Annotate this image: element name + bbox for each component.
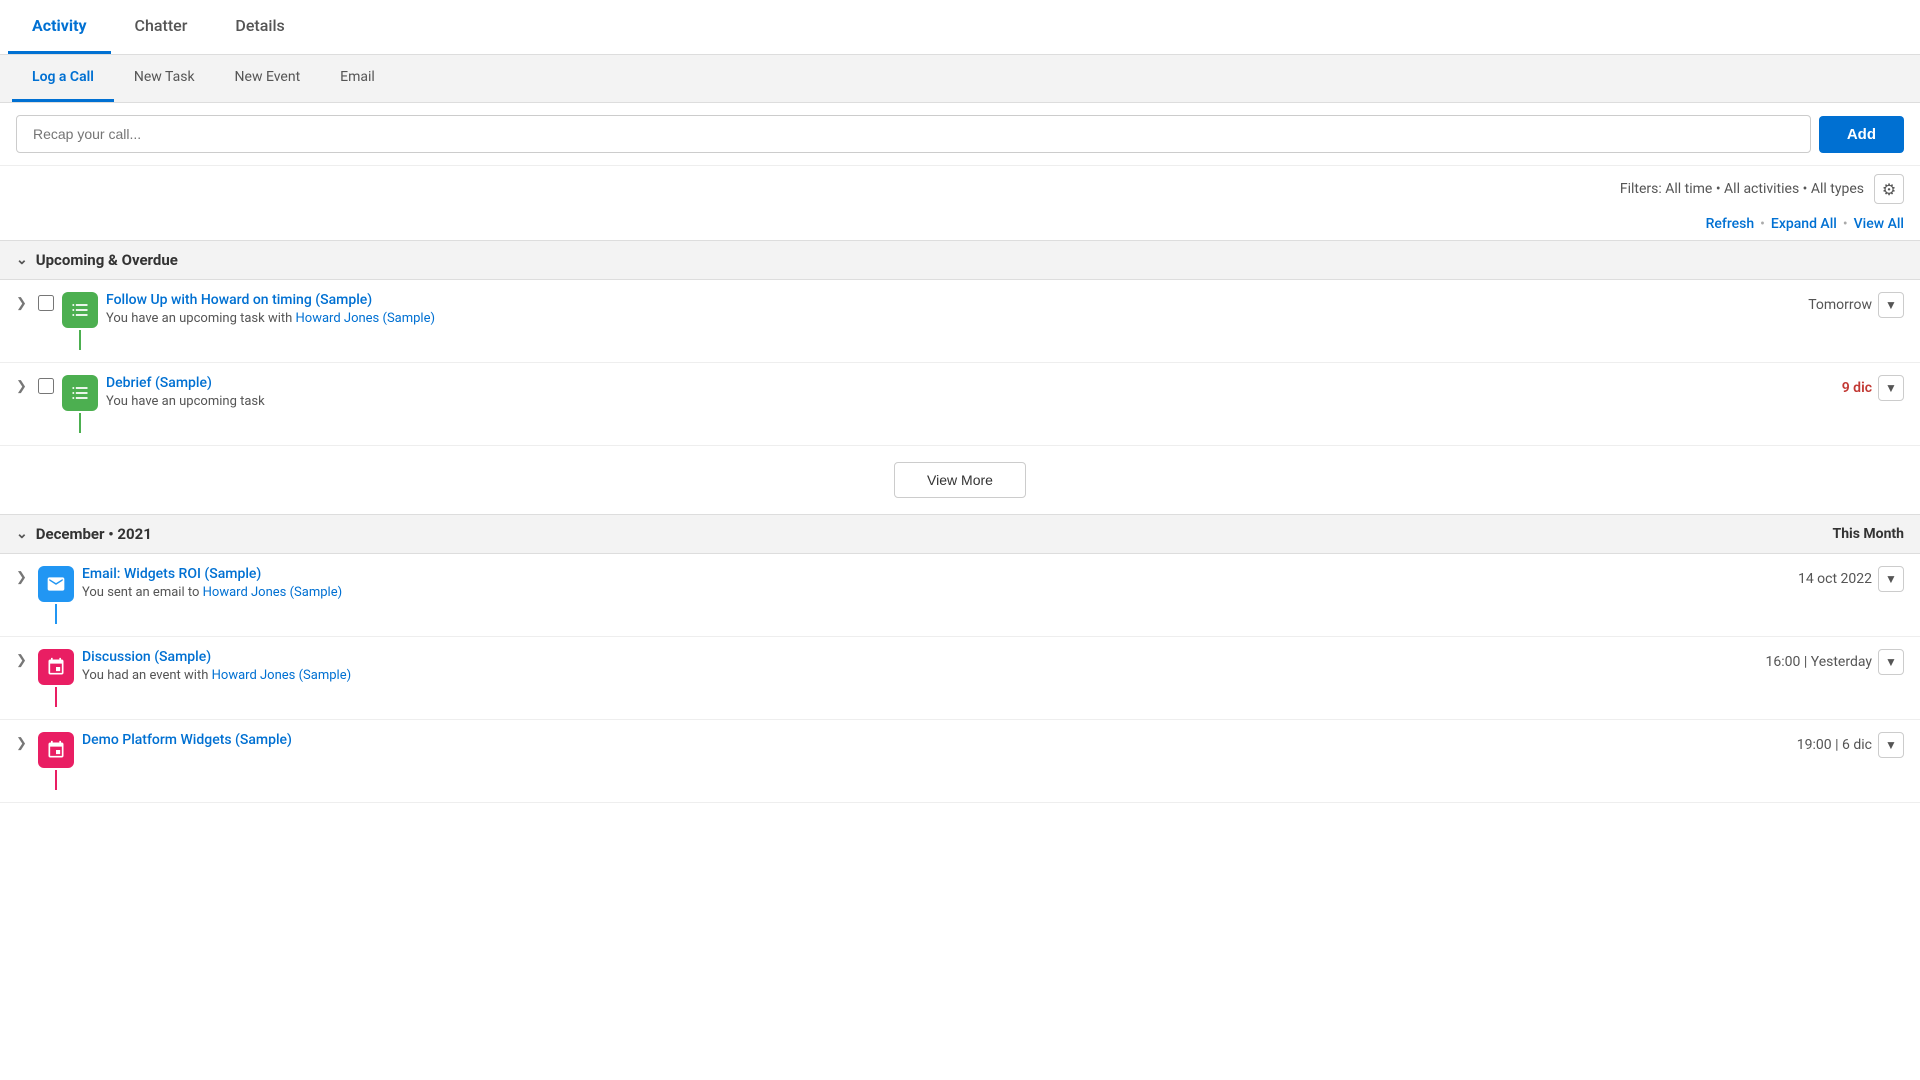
right-followup: Tomorrow ▼ [1808,292,1904,318]
activity-item-demo: ❯ Demo Platform Widgets (Sample) 19:00 |… [0,720,1920,803]
tab-chatter[interactable]: Chatter [111,0,212,54]
expand-all-link[interactable]: Expand All [1771,216,1837,232]
title-demo[interactable]: Demo Platform Widgets (Sample) [82,732,292,748]
desc-followup: You have an upcoming task with Howard Jo… [106,311,1800,326]
link-howard-jones-2[interactable]: Howard Jones (Sample) [203,585,342,600]
this-month-badge: This Month [1833,526,1904,542]
event-icon-discussion [38,649,74,685]
task-icon-followup [62,292,98,328]
vline-demo [55,770,57,790]
view-more-button[interactable]: View More [894,462,1026,498]
tab-activity[interactable]: Activity [8,0,111,54]
dropdown-demo[interactable]: ▼ [1878,732,1904,758]
date-discussion: 16:00 | Yesterday [1766,654,1873,670]
date-demo: 19:00 | 6 dic [1797,737,1872,753]
email-icon [38,566,74,602]
content-discussion: Discussion (Sample) You had an event wit… [82,649,1758,683]
actions-row: Refresh • Expand All • View All [0,212,1920,240]
content-followup: Follow Up with Howard on timing (Sample)… [106,292,1800,326]
view-all-link[interactable]: View All [1854,216,1904,232]
dropdown-followup[interactable]: ▼ [1878,292,1904,318]
checkbox-debrief[interactable] [38,378,54,394]
activity-item-followup: ❯ Follow Up with Howard on timing (Sampl… [0,280,1920,363]
separator-1: • [1760,216,1765,232]
icon-wrapper-debrief [62,375,98,433]
title-debrief[interactable]: Debrief (Sample) [106,375,212,391]
content-debrief: Debrief (Sample) You have an upcoming ta… [106,375,1834,409]
link-howard-jones-3[interactable]: Howard Jones (Sample) [212,668,351,683]
sub-tabs: Log a Call New Task New Event Email [0,55,1920,103]
right-email-widgets: 14 oct 2022 ▼ [1798,566,1904,592]
section-dec2021-header: ⌄ December • 2021 This Month [0,514,1920,554]
dropdown-debrief[interactable]: ▼ [1878,375,1904,401]
event-icon-demo [38,732,74,768]
icon-wrapper-discussion [38,649,74,707]
date-followup: Tomorrow [1808,297,1872,313]
date-email-widgets: 14 oct 2022 [1798,571,1872,587]
chevron-dec2021[interactable]: ⌄ [16,526,28,542]
link-howard-jones-1[interactable]: Howard Jones (Sample) [296,311,435,326]
dropdown-discussion[interactable]: ▼ [1878,649,1904,675]
activity-item-discussion: ❯ Discussion (Sample) You had an event w… [0,637,1920,720]
activity-item-email-widgets: ❯ Email: Widgets ROI (Sample) You sent a… [0,554,1920,637]
desc-debrief: You have an upcoming task [106,394,1834,409]
recap-input[interactable] [16,115,1811,153]
title-email-widgets[interactable]: Email: Widgets ROI (Sample) [82,566,261,582]
expand-arrow-demo[interactable]: ❯ [16,732,30,751]
right-debrief: 9 dic ▼ [1842,375,1904,401]
expand-arrow-debrief[interactable]: ❯ [16,375,30,394]
content-email-widgets: Email: Widgets ROI (Sample) You sent an … [82,566,1790,600]
vline-debrief [79,413,81,433]
chevron-upcoming[interactable]: ⌄ [16,252,28,268]
task-icon-debrief [62,375,98,411]
vline-followup [79,330,81,350]
section-upcoming-title: ⌄ Upcoming & Overdue [16,251,178,269]
section-dec2021-title: ⌄ December • 2021 [16,525,152,543]
refresh-link[interactable]: Refresh [1706,216,1755,232]
section-upcoming-header: ⌄ Upcoming & Overdue [0,240,1920,280]
expand-arrow-discussion[interactable]: ❯ [16,649,30,668]
content-demo: Demo Platform Widgets (Sample) [82,732,1789,751]
desc-email-widgets: You sent an email to Howard Jones (Sampl… [82,585,1790,600]
icon-wrapper-followup [62,292,98,350]
vline-email [55,604,57,624]
dropdown-email-widgets[interactable]: ▼ [1878,566,1904,592]
right-demo: 19:00 | 6 dic ▼ [1797,732,1904,758]
expand-arrow-email[interactable]: ❯ [16,566,30,585]
subtab-new-event[interactable]: New Event [215,55,321,102]
call-input-area: Add [0,103,1920,166]
filters-row: Filters: All time • All activities • All… [0,166,1920,212]
separator-2: • [1843,216,1848,232]
gear-button[interactable]: ⚙ [1874,174,1904,204]
add-button[interactable]: Add [1819,116,1904,153]
right-discussion: 16:00 | Yesterday ▼ [1766,649,1905,675]
title-followup[interactable]: Follow Up with Howard on timing (Sample) [106,292,372,308]
icon-wrapper-email [38,566,74,624]
icon-wrapper-demo [38,732,74,790]
filters-text: Filters: All time • All activities • All… [1620,181,1864,197]
date-debrief: 9 dic [1842,380,1872,396]
tab-details[interactable]: Details [211,0,308,54]
desc-discussion: You had an event with Howard Jones (Samp… [82,668,1758,683]
subtab-email[interactable]: Email [320,55,395,102]
top-tabs: Activity Chatter Details [0,0,1920,55]
subtab-new-task[interactable]: New Task [114,55,215,102]
subtab-log-call[interactable]: Log a Call [12,55,114,102]
checkbox-followup[interactable] [38,295,54,311]
vline-discussion [55,687,57,707]
activity-item-debrief: ❯ Debrief (Sample) You have an upcoming … [0,363,1920,446]
expand-arrow-followup[interactable]: ❯ [16,292,30,311]
title-discussion[interactable]: Discussion (Sample) [82,649,211,665]
view-more-row: View More [0,446,1920,514]
